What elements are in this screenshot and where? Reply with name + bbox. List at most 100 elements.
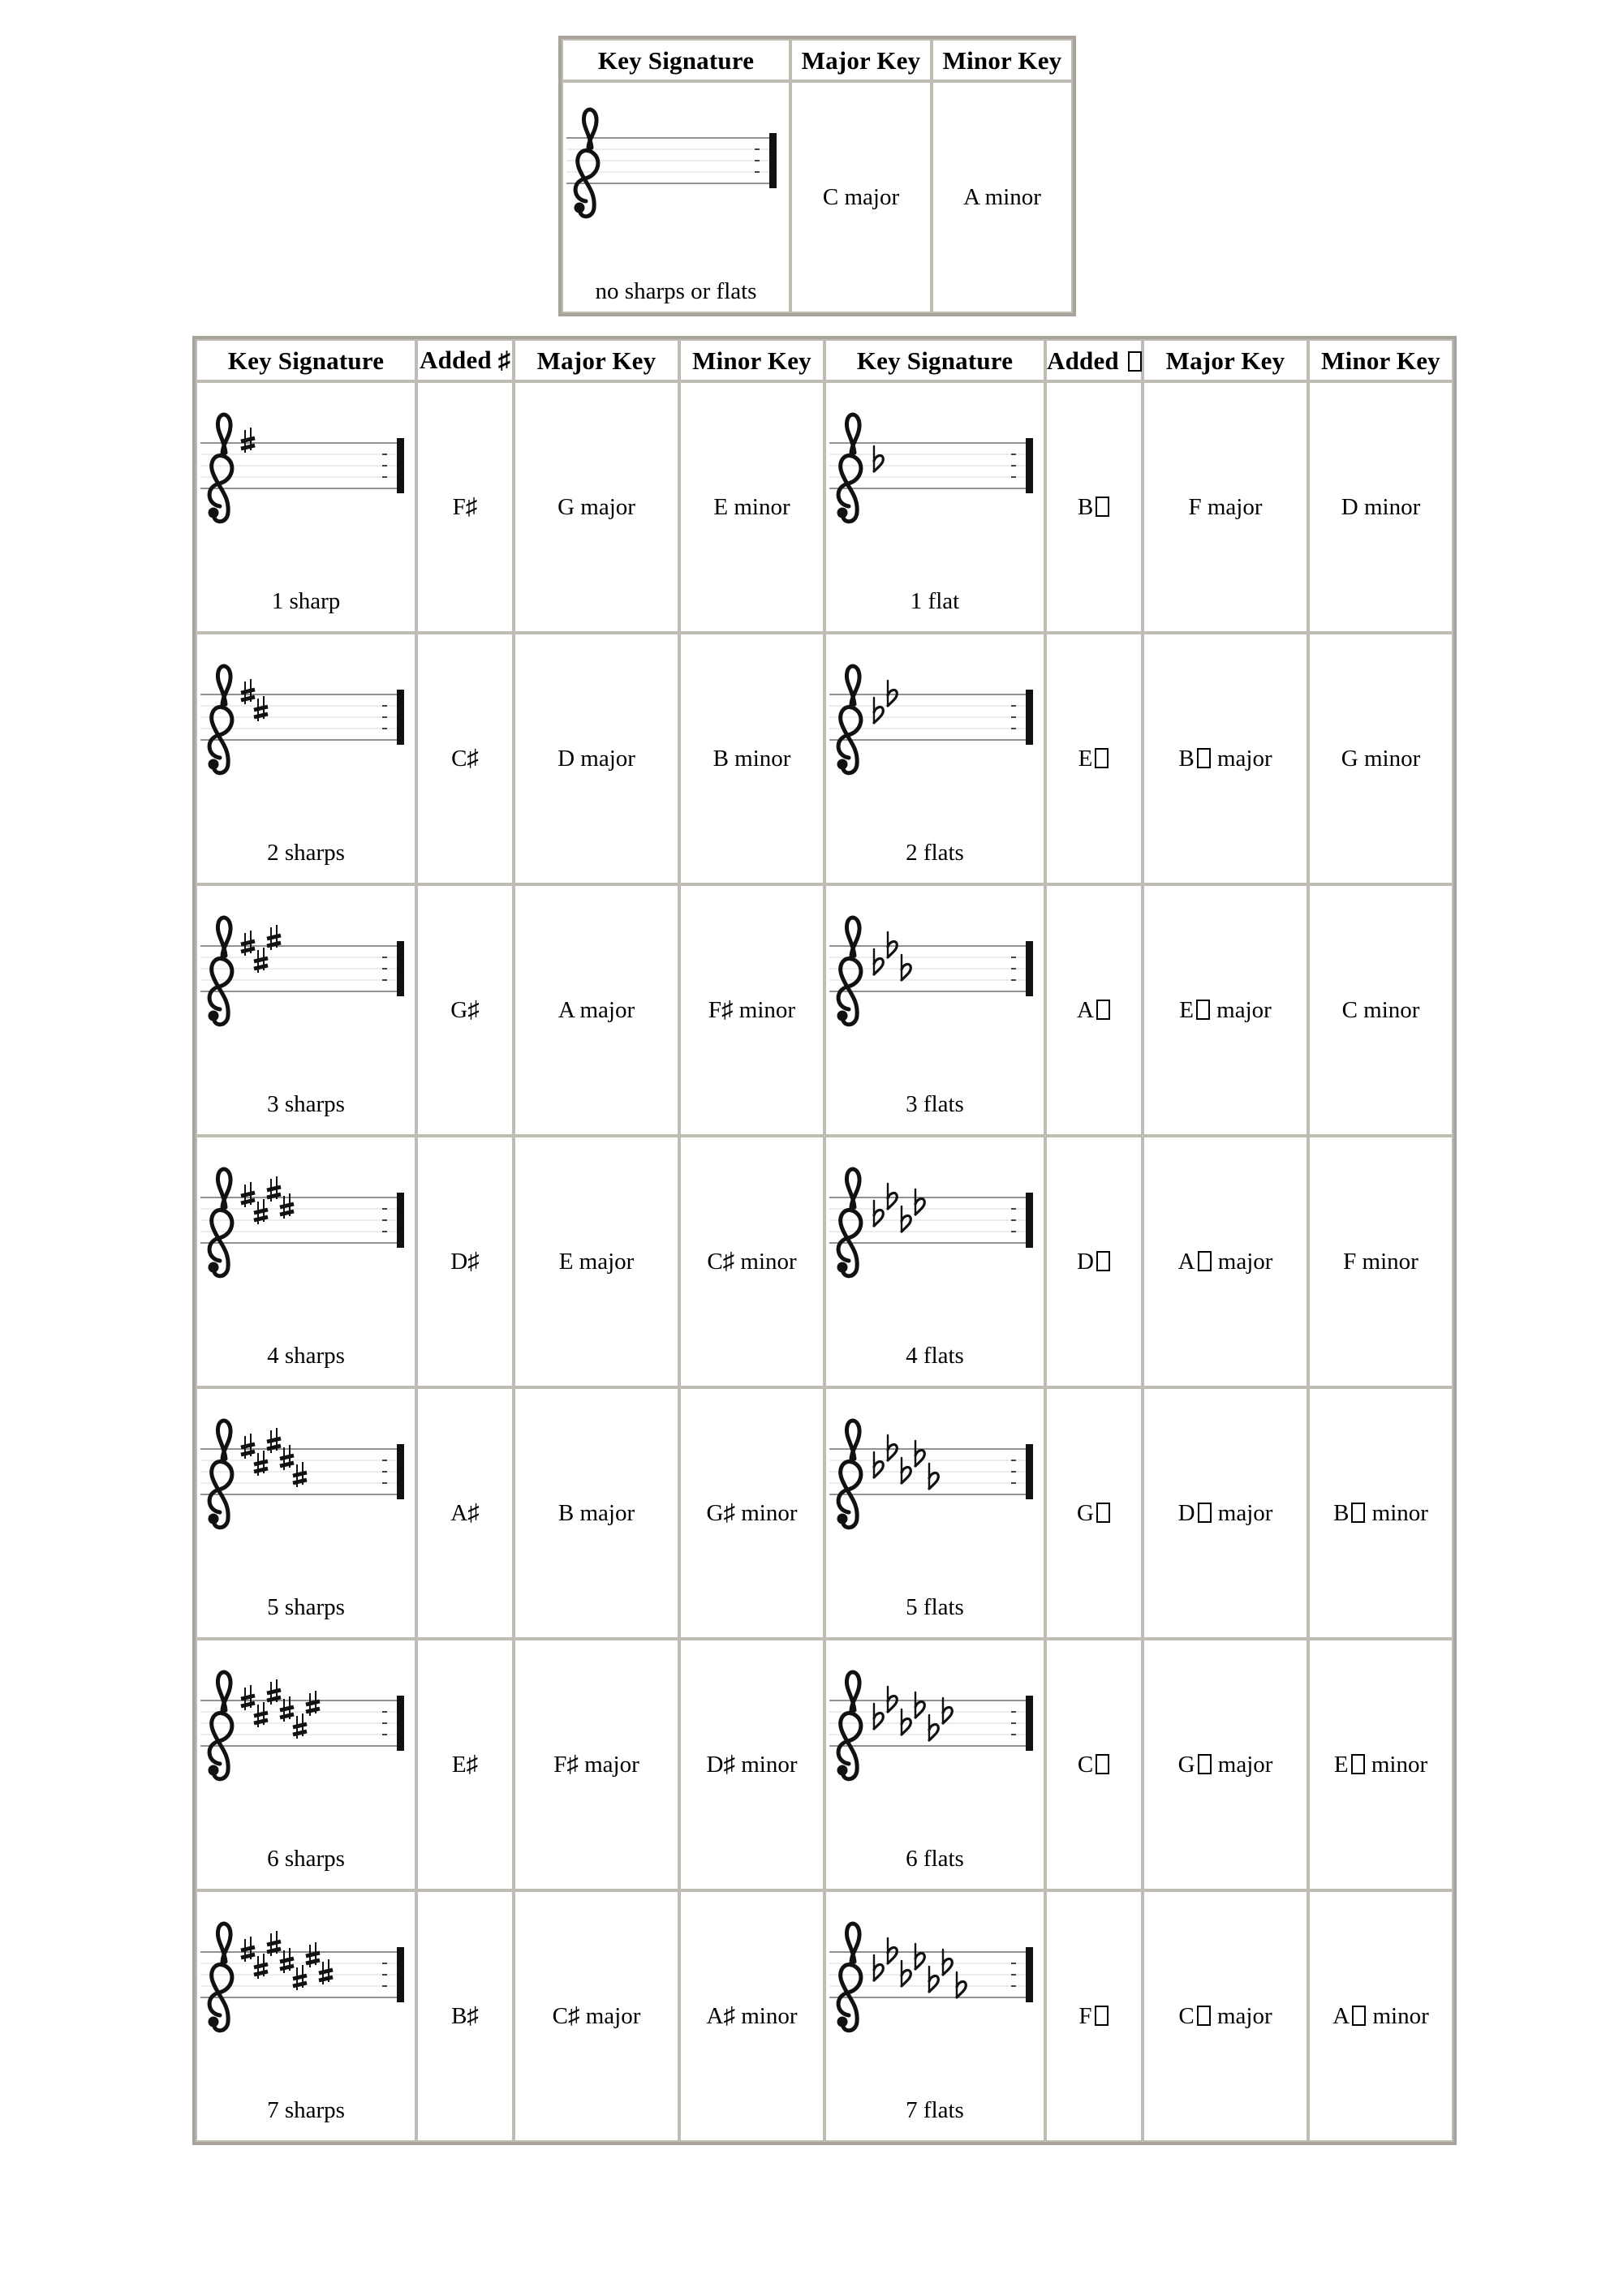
header-key-signature: Key Signature (562, 39, 790, 81)
flat-tofu-icon (1350, 1753, 1365, 1774)
major-key-value-sharps: G major (514, 381, 679, 633)
added-flat-value: B (1045, 381, 1143, 633)
key-signature-staff-cell-flats: 7 flats (824, 1890, 1045, 2142)
major-key-value-flats: B major (1143, 633, 1308, 884)
key-signature-caption: 5 sharps (267, 1594, 345, 1620)
key-signature-staff-cell-sharps: 1 sharp (196, 381, 416, 633)
added-sharp-value: F♯ (416, 381, 514, 633)
flat-tofu-icon (1096, 1753, 1110, 1774)
table-row: 2 sharps C♯ D major B minor 2 flats E B major… (196, 633, 1453, 884)
added-sharp-value: C♯ (416, 633, 514, 884)
flat-tofu-icon (1351, 1502, 1366, 1523)
added-flat-value: G (1045, 1387, 1143, 1639)
added-flat-value: C (1045, 1639, 1143, 1890)
header-added-flat-label: Added (1047, 346, 1119, 375)
main-table-header-row: Key Signature Added ♯ Major Key Minor Ke… (196, 339, 1453, 381)
key-signature-table-wrapper: Key Signature Added ♯ Major Key Minor Ke… (192, 336, 1457, 2145)
major-key-value-sharps: D major (514, 633, 679, 884)
staff-notation (197, 398, 415, 557)
minor-key-value-sharps: F♯ minor (679, 884, 824, 1136)
key-signature-caption: 6 flats (906, 1846, 964, 1872)
header-minor-key: Minor Key (932, 39, 1073, 81)
added-sharp-value: G♯ (416, 884, 514, 1136)
c-major-table: Key Signature Major Key Minor Key no sha… (558, 36, 1076, 316)
major-key-value-flats: D major (1143, 1387, 1308, 1639)
minor-key-value-sharps: B minor (679, 633, 824, 884)
staff-notation (197, 1152, 415, 1311)
header-key-signature-flats: Key Signature (824, 339, 1045, 381)
staff-notation (197, 1655, 415, 1814)
table-row: 3 sharps G♯ A major F♯ minor 3 flats A E majo… (196, 884, 1453, 1136)
key-signature-staff-cell-flats: 3 flats (824, 884, 1045, 1136)
top-table-header-row: Key Signature Major Key Minor Key (562, 39, 1073, 81)
key-signature-caption: 5 flats (906, 1594, 964, 1620)
table-row: 7 sharps B♯ C♯ major A♯ minor 7 flats F C maj… (196, 1890, 1453, 2142)
key-signature-table-body: 1 sharp F♯ G major E minor 1 flat B F major D … (196, 381, 1453, 2142)
minor-key-value-flats: A minor (1308, 1890, 1453, 2142)
flat-tofu-icon (1095, 747, 1109, 768)
key-signature-staff-cell-flats: 6 flats (824, 1639, 1045, 1890)
major-key-value-sharps: B major (514, 1387, 679, 1639)
minor-key-value: A minor (932, 81, 1073, 313)
flat-tofu-icon (1096, 1250, 1110, 1271)
staff-notation (826, 1152, 1044, 1311)
sharp-icon: ♯ (497, 347, 511, 374)
flat-tofu-icon (1197, 1502, 1212, 1523)
key-signature-staff-cell-sharps: 5 sharps (196, 1387, 416, 1639)
key-signature-staff-cell-flats: 2 flats (824, 633, 1045, 884)
major-key-value-flats: G major (1143, 1639, 1308, 1890)
header-major-key-sharps: Major Key (514, 339, 679, 381)
minor-key-value-flats: E minor (1308, 1639, 1453, 1890)
staff-notation (826, 901, 1044, 1060)
major-key-value-sharps: E major (514, 1136, 679, 1387)
flat-tofu-icon (1197, 1753, 1212, 1774)
key-signature-staff-cell-sharps: 6 sharps (196, 1639, 416, 1890)
key-signature-caption: 4 sharps (267, 1343, 345, 1369)
key-signature-caption: no sharps or flats (595, 278, 757, 304)
added-flat-value: D (1045, 1136, 1143, 1387)
staff-notation (197, 901, 415, 1060)
staff-notation (826, 398, 1044, 557)
key-signature-staff-cell-flats: 4 flats (824, 1136, 1045, 1387)
staff-notation (826, 1907, 1044, 2066)
header-minor-key-sharps: Minor Key (679, 339, 824, 381)
key-signature-caption: 7 sharps (267, 2097, 345, 2123)
major-key-value-sharps: C♯ major (514, 1890, 679, 2142)
staff-notation (563, 92, 789, 247)
flat-tofu-icon (1197, 1250, 1212, 1271)
staff-notation (826, 1655, 1044, 1814)
minor-key-value-sharps: C♯ minor (679, 1136, 824, 1387)
key-signature-staff-cell-flats: 5 flats (824, 1387, 1045, 1639)
header-minor-key-flats: Minor Key (1308, 339, 1453, 381)
c-major-table-wrapper: Key Signature Major Key Minor Key no sha… (558, 36, 1076, 316)
staff-notation (197, 649, 415, 808)
key-signature-caption: 7 flats (906, 2097, 964, 2123)
added-flat-value: F (1045, 1890, 1143, 2142)
key-signature-caption: 2 sharps (267, 840, 345, 866)
key-signature-caption: 1 flat (910, 588, 960, 614)
major-key-value-flats: E major (1143, 884, 1308, 1136)
staff-notation (826, 649, 1044, 808)
key-signature-caption: 6 sharps (267, 1846, 345, 1872)
table-row: 4 sharps D♯ E major C♯ minor 4 flats D A majo… (196, 1136, 1453, 1387)
staff-notation (826, 1404, 1044, 1563)
header-added-flat: Added (1045, 339, 1143, 381)
table-row: 5 sharps A♯ B major G♯ minor 5 flats G D majo… (196, 1387, 1453, 1639)
added-sharp-value: D♯ (416, 1136, 514, 1387)
minor-key-value-flats: C minor (1308, 884, 1453, 1136)
key-signature-staff-cell-sharps: 3 sharps (196, 884, 416, 1136)
added-flat-value: E (1045, 633, 1143, 884)
flat-tofu-icon (1195, 999, 1210, 1020)
flat-tofu-icon (1196, 747, 1211, 768)
minor-key-value-sharps: G♯ minor (679, 1387, 824, 1639)
header-major-key-flats: Major Key (1143, 339, 1308, 381)
added-sharp-value: B♯ (416, 1890, 514, 2142)
key-signature-caption: 4 flats (906, 1343, 964, 1369)
flat-tofu-icon (1096, 1502, 1110, 1523)
key-signature-staff-cell: no sharps or flats (562, 81, 790, 313)
key-signature-caption: 2 flats (906, 840, 964, 866)
key-signature-caption: 3 sharps (267, 1091, 345, 1117)
header-major-key: Major Key (790, 39, 932, 81)
major-key-value-sharps: A major (514, 884, 679, 1136)
key-signature-staff-cell-flats: 1 flat (824, 381, 1045, 633)
